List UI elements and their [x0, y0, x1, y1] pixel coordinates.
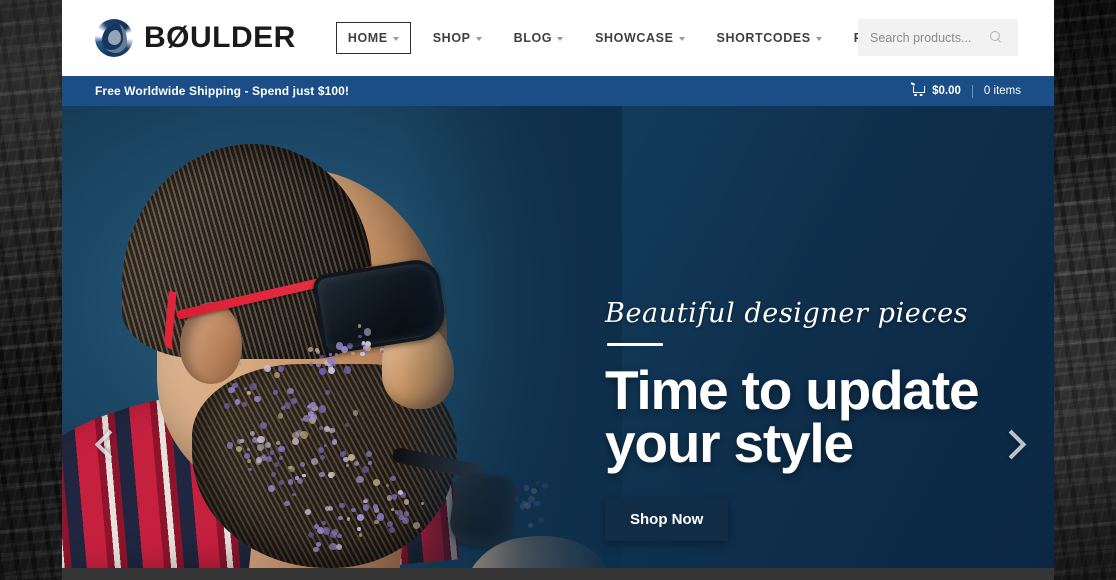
hero-copy: Beautiful designer pieces Time to update…	[605, 298, 1025, 541]
chevron-down-icon	[679, 37, 685, 41]
brand-logo[interactable]: BØULDER	[95, 19, 296, 57]
hero-subtitle: Beautiful designer pieces	[605, 298, 1025, 329]
nav-item-shortcodes[interactable]: SHORTCODES	[701, 31, 838, 45]
nav-item-label: SHORTCODES	[717, 31, 811, 45]
nav-item-label: BLOG	[514, 31, 553, 45]
nav-item-showcase[interactable]: SHOWCASE	[579, 31, 700, 45]
chevron-right-icon	[997, 430, 1027, 460]
search-box[interactable]	[858, 19, 1018, 56]
slider-next-button[interactable]	[991, 426, 1027, 468]
slider-prev-button[interactable]	[89, 426, 125, 468]
photo-gradient-overlay	[402, 106, 622, 568]
cart-item-count: 0 items	[984, 85, 1021, 97]
lion-crest-logo-icon	[95, 19, 133, 57]
nav-item-shop[interactable]: SHOP	[417, 31, 498, 45]
chevron-down-icon	[393, 37, 399, 41]
hero-slider: Beautiful designer pieces Time to update…	[62, 106, 1054, 568]
search-icon[interactable]	[990, 31, 1003, 44]
site-header: BØULDER HOME SHOP BLOG SHOWCASE SHORTCOD…	[62, 0, 1054, 76]
announcement-bar: Free Worldwide Shipping - Spend just $10…	[62, 76, 1054, 106]
cart-divider	[972, 85, 973, 98]
cart-summary[interactable]: $0.00 0 items	[911, 85, 1021, 98]
chevron-down-icon	[476, 37, 482, 41]
main-navigation: HOME SHOP BLOG SHOWCASE SHORTCODES PAGES	[330, 22, 927, 54]
nav-item-label: HOME	[348, 31, 388, 45]
chevron-down-icon	[557, 37, 563, 41]
search-input[interactable]	[858, 30, 990, 46]
hero-divider	[607, 343, 663, 346]
hero-photo	[62, 106, 622, 568]
site-container: BØULDER HOME SHOP BLOG SHOWCASE SHORTCOD…	[62, 0, 1054, 568]
brand-name: BØULDER	[144, 23, 296, 53]
page-bottom-strip	[62, 568, 1054, 580]
chevron-left-icon	[95, 430, 125, 460]
shopping-cart-icon	[911, 86, 925, 97]
nav-item-home[interactable]: HOME	[336, 22, 411, 54]
nav-item-label: SHOP	[433, 31, 471, 45]
nav-item-blog[interactable]: BLOG	[498, 31, 580, 45]
cart-total: $0.00	[932, 85, 961, 97]
shop-now-button[interactable]: Shop Now	[605, 498, 728, 541]
chevron-down-icon	[816, 37, 822, 41]
hero-headline-line1: Time to update	[605, 364, 1025, 417]
hero-headline-line2: your style	[605, 417, 1025, 470]
announcement-text: Free Worldwide Shipping - Spend just $10…	[95, 84, 349, 98]
nav-item-label: SHOWCASE	[595, 31, 673, 45]
